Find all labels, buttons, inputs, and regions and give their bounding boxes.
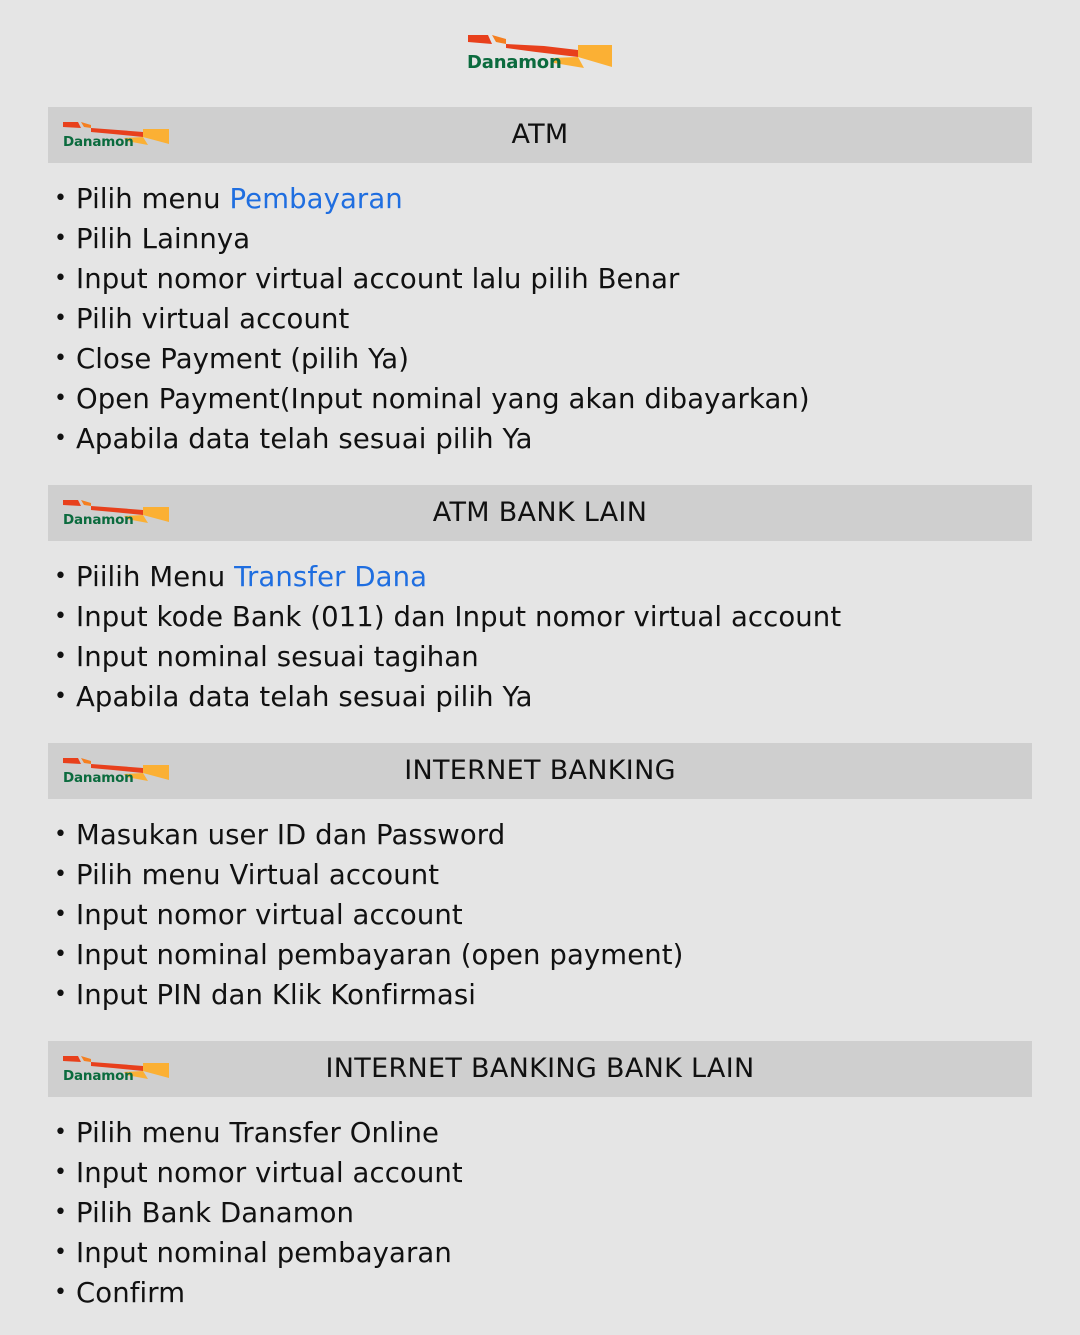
- step-text: Input nominal pembayaran (open payment): [76, 939, 684, 971]
- step-item: • Input nomor virtual account lalu pilih …: [54, 259, 810, 299]
- step-item: • Open Payment(Input nominal yang akan di…: [54, 379, 810, 419]
- bullet-icon: •: [54, 1120, 68, 1145]
- step-item: • Input nomor virtual account: [54, 895, 683, 935]
- step-item: • Masukan user ID dan Password: [54, 815, 683, 855]
- bullet-icon: •: [54, 684, 68, 709]
- step-text: Confirm: [76, 1277, 186, 1309]
- section-title: INTERNET BANKING BANK LAIN: [325, 1053, 755, 1084]
- bullet-icon: •: [54, 902, 68, 927]
- step-text: Masukan user ID dan Password: [76, 819, 506, 851]
- bullet-icon: •: [54, 226, 68, 251]
- step-item: • Input nominal pembayaran (open payment): [54, 935, 683, 975]
- bullet-icon: •: [54, 604, 68, 629]
- steps-list: • Masukan user ID dan Password • Pilih menu…: [54, 815, 683, 1015]
- step-item: • Input nominal sesuai tagihan: [54, 637, 841, 677]
- step-text: Pilih virtual account: [76, 303, 350, 335]
- step-text: Close Payment (pilih Ya): [76, 343, 410, 375]
- bullet-icon: •: [54, 1160, 68, 1185]
- step-text: Apabila data telah sesuai pilih Ya: [76, 423, 533, 455]
- danamon-logo-text: Danamon: [467, 52, 562, 73]
- step-text: Input nominal sesuai tagihan: [76, 641, 479, 673]
- step-item: • Pilih menu Pembayaran: [54, 179, 810, 219]
- step-item: • Input nomor virtual account: [54, 1153, 463, 1193]
- section-title: INTERNET BANKING: [404, 755, 676, 786]
- bullet-icon: •: [54, 266, 68, 291]
- step-text: Input nomor virtual account: [76, 1157, 463, 1189]
- section-header: Danamon INTERNET BANKING: [48, 743, 1032, 799]
- step-text: Pilih menu Transfer Online: [76, 1117, 440, 1149]
- step-text: Pilih Bank Danamon: [76, 1197, 355, 1229]
- steps-list: • Pilih menu Pembayaran • Pilih Lainnya • Inp…: [54, 179, 810, 459]
- section-header: Danamon INTERNET BANKING BANK LAIN: [48, 1041, 1032, 1097]
- step-text: Input nomor virtual account: [76, 899, 463, 931]
- step-text: Open Payment(Input nominal yang akan dib…: [76, 383, 810, 415]
- steps-list: • Pilih menu Transfer Online • Input nomor …: [54, 1113, 463, 1313]
- section-title: ATM: [511, 119, 569, 150]
- step-item: • Input kode Bank (011) dan Input nomor v…: [54, 597, 841, 637]
- section-title: ATM BANK LAIN: [432, 497, 648, 528]
- step-item: • Input nominal pembayaran: [54, 1233, 463, 1273]
- step-link[interactable]: Pembayaran: [229, 183, 402, 215]
- step-item: • Pilih virtual account: [54, 299, 810, 339]
- step-item: • Apabila data telah sesuai pilih Ya: [54, 419, 810, 459]
- bullet-icon: •: [54, 862, 68, 887]
- section-header: Danamon ATM: [48, 107, 1032, 163]
- bullet-icon: •: [54, 822, 68, 847]
- bullet-icon: •: [54, 426, 68, 451]
- bullet-icon: •: [54, 1200, 68, 1225]
- bullet-icon: •: [54, 306, 68, 331]
- step-text: Input nominal pembayaran: [76, 1237, 452, 1269]
- bullet-icon: •: [54, 644, 68, 669]
- step-item: • Close Payment (pilih Ya): [54, 339, 810, 379]
- danamon-logo: Danamon: [466, 30, 614, 80]
- bullet-icon: •: [54, 186, 68, 211]
- bullet-icon: •: [54, 346, 68, 371]
- step-item: • Pilih menu Transfer Online: [54, 1113, 463, 1153]
- step-text: Input PIN dan Klik Konfirmasi: [76, 979, 476, 1011]
- step-item: • Pilih Bank Danamon: [54, 1193, 463, 1233]
- section-header: Danamon ATM BANK LAIN: [48, 485, 1032, 541]
- step-text: Input kode Bank (011) dan Input nomor vi…: [76, 601, 842, 633]
- bullet-icon: •: [54, 1240, 68, 1265]
- step-text: Pilih Lainnya: [76, 223, 251, 255]
- steps-list: • Piilih Menu Transfer Dana • Input kode Ba…: [54, 557, 841, 717]
- step-item: • Pilih Lainnya: [54, 219, 810, 259]
- step-text: Pilih menu Virtual account: [76, 859, 440, 891]
- bullet-icon: •: [54, 1280, 68, 1305]
- bullet-icon: •: [54, 982, 68, 1007]
- step-text: Piilih Menu: [76, 561, 235, 593]
- step-text: Apabila data telah sesuai pilih Ya: [76, 681, 533, 713]
- step-item: • Input PIN dan Klik Konfirmasi: [54, 975, 683, 1015]
- step-link[interactable]: Transfer Dana: [234, 561, 427, 593]
- step-item: • Apabila data telah sesuai pilih Ya: [54, 677, 841, 717]
- bullet-icon: •: [54, 564, 68, 589]
- step-text: Input nomor virtual account lalu pilih B…: [76, 263, 680, 295]
- bullet-icon: •: [54, 386, 68, 411]
- step-item: • Piilih Menu Transfer Dana: [54, 557, 841, 597]
- step-item: • Confirm: [54, 1273, 463, 1313]
- step-text: Pilih menu: [76, 183, 230, 215]
- bullet-icon: •: [54, 942, 68, 967]
- step-item: • Pilih menu Virtual account: [54, 855, 683, 895]
